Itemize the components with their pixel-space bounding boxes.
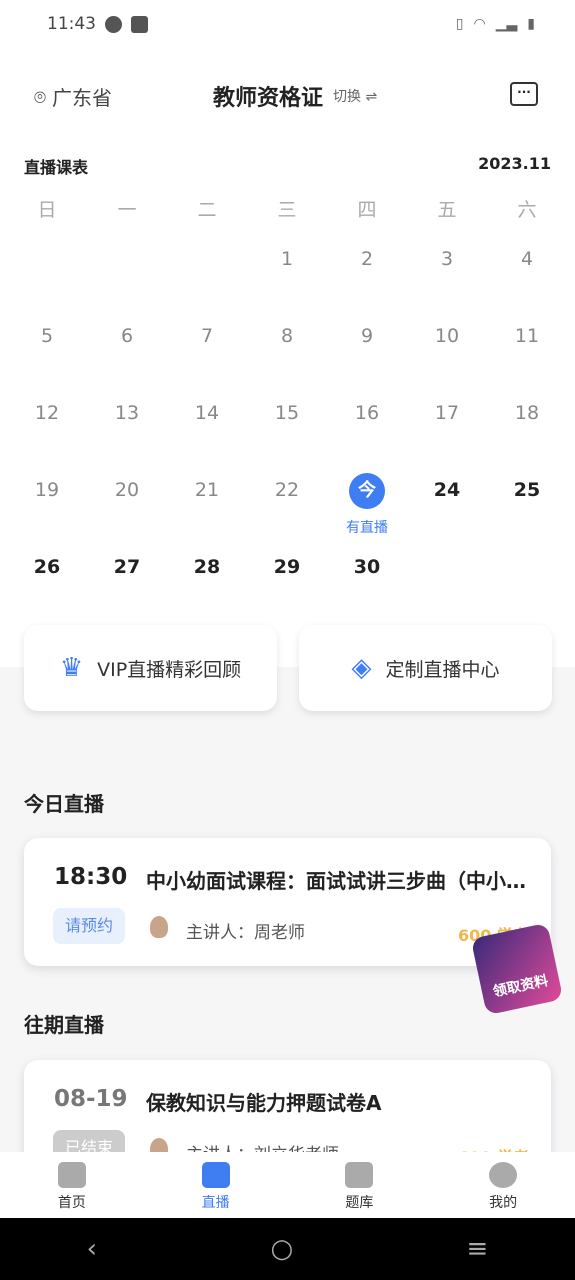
calendar-day[interactable]: 2 [337, 248, 397, 270]
nav-profile[interactable]: 我的 [431, 1152, 575, 1218]
calendar-day[interactable]: 今有直播 [337, 473, 397, 537]
weekday-label: 一 [117, 199, 137, 221]
calendar-day[interactable]: 9 [337, 325, 397, 347]
nav-label: 直播 [201, 1195, 230, 1211]
speaker: 主讲人：周老师 [186, 923, 305, 943]
avatar [150, 916, 168, 938]
chat-bubble-icon[interactable]: ··· [510, 82, 538, 106]
tv-icon [201, 1162, 230, 1188]
today-marker: 今 [349, 473, 385, 509]
calendar-day[interactable]: 1 [257, 248, 317, 270]
promo-label: 领取资料 [491, 972, 550, 1001]
calendar-day[interactable]: 17 [417, 402, 477, 424]
bag-icon [131, 15, 148, 33]
calendar-day[interactable]: 26 [17, 556, 77, 578]
past-section-title: 往期直播 [24, 1013, 104, 1037]
speed-icon [105, 15, 122, 33]
calendar-day[interactable]: 6 [97, 325, 157, 347]
home-circle-icon[interactable]: ○ [270, 1234, 293, 1264]
nav-label: 我的 [489, 1195, 518, 1211]
status-bar: 11:43 ▯ ◠ ▁▃ ▮ [47, 12, 535, 36]
has-live-label: 有直播 [346, 520, 388, 536]
page-title: 教师资格证 [213, 86, 324, 111]
calendar-day[interactable]: 13 [97, 402, 157, 424]
nav-label: 首页 [57, 1195, 86, 1211]
button-label: VIP直播精彩回顾 [97, 658, 242, 681]
calendar-day[interactable]: 3 [417, 248, 477, 270]
nav-live[interactable]: 直播 [144, 1152, 288, 1218]
location-label: 广东省 [52, 86, 112, 110]
calendar-day[interactable]: 7 [177, 325, 237, 347]
calendar-day[interactable]: 21 [177, 479, 237, 501]
calendar-day[interactable]: 12 [17, 402, 77, 424]
vibrate-icon: ▯ [455, 16, 464, 32]
vip-replay-button[interactable]: ♛ VIP直播精彩回顾 [24, 625, 277, 711]
calendar-day[interactable]: 25 [497, 479, 557, 501]
system-nav-bar: ‹ ○ ≡ [0, 1218, 575, 1280]
layers-icon: ◈ [351, 653, 372, 683]
today-section-title: 今日直播 [24, 792, 104, 816]
calendar-day[interactable]: 28 [177, 556, 237, 578]
location-selector[interactable]: ⌾ 广东省 [34, 82, 112, 111]
header: ⌾ 广东省 教师资格证 切换 ⇌ ··· [0, 76, 575, 116]
calendar-day[interactable]: 15 [257, 402, 317, 424]
switch-button[interactable]: 切换 ⇌ [333, 86, 377, 106]
battery-icon: ▮ [527, 16, 535, 32]
schedule-title: 直播课表 [24, 158, 89, 177]
calendar-day[interactable]: 19 [17, 479, 77, 501]
location-pin-icon: ⌾ [34, 84, 46, 109]
weekday-label: 三 [277, 199, 297, 221]
calendar-day[interactable]: 14 [177, 402, 237, 424]
weekday-label: 六 [517, 199, 537, 221]
status-time: 11:43 [47, 14, 96, 34]
crown-icon: ♛ [59, 653, 84, 683]
calendar-day[interactable]: 27 [97, 556, 157, 578]
calendar-day[interactable]: 30 [337, 556, 397, 578]
calendar-day[interactable]: 22 [257, 479, 317, 501]
profile-icon [489, 1162, 518, 1188]
reserve-button[interactable]: 请预约 [53, 908, 125, 944]
custom-live-button[interactable]: ◈ 定制直播中心 [299, 625, 552, 711]
live-title: 保教知识与能力押题试卷A [146, 1091, 382, 1115]
button-label: 定制直播中心 [385, 658, 500, 681]
calendar-day[interactable]: 5 [17, 325, 77, 347]
calendar-day[interactable]: 16 [337, 402, 397, 424]
weekday-label: 日 [37, 199, 57, 221]
nav-label: 题库 [345, 1195, 374, 1211]
live-date: 08-19 [54, 1086, 128, 1112]
weekday-label: 二 [197, 199, 217, 221]
weekday-label: 五 [437, 199, 457, 221]
promo-badge[interactable]: 领取资料 [470, 922, 564, 1016]
calendar-day[interactable]: 20 [97, 479, 157, 501]
calendar-day[interactable]: 24 [417, 479, 477, 501]
nav-questions[interactable]: 题库 [288, 1152, 432, 1218]
live-title: 中小幼面试课程：面试试讲三步曲（中小幼） [146, 869, 536, 893]
menu-icon[interactable]: ≡ [466, 1234, 488, 1264]
nav-home[interactable]: 首页 [0, 1152, 144, 1218]
book-icon [345, 1162, 374, 1188]
wifi-icon: ◠ [473, 16, 486, 32]
calendar-day[interactable]: 29 [257, 556, 317, 578]
calendar-day[interactable]: 8 [257, 325, 317, 347]
calendar-day[interactable]: 11 [497, 325, 557, 347]
calendar-day[interactable]: 18 [497, 402, 557, 424]
weekday-label: 四 [357, 199, 377, 221]
calendar-day[interactable]: 10 [417, 325, 477, 347]
calendar-day[interactable]: 4 [497, 248, 557, 270]
schedule-month: 2023.11 [478, 154, 551, 173]
live-time: 18:30 [54, 864, 128, 890]
bottom-nav: 首页 直播 题库 我的 [0, 1152, 575, 1218]
home-icon [57, 1162, 86, 1188]
back-icon[interactable]: ‹ [87, 1234, 97, 1264]
signal-icon: ▁▃ [495, 16, 518, 32]
